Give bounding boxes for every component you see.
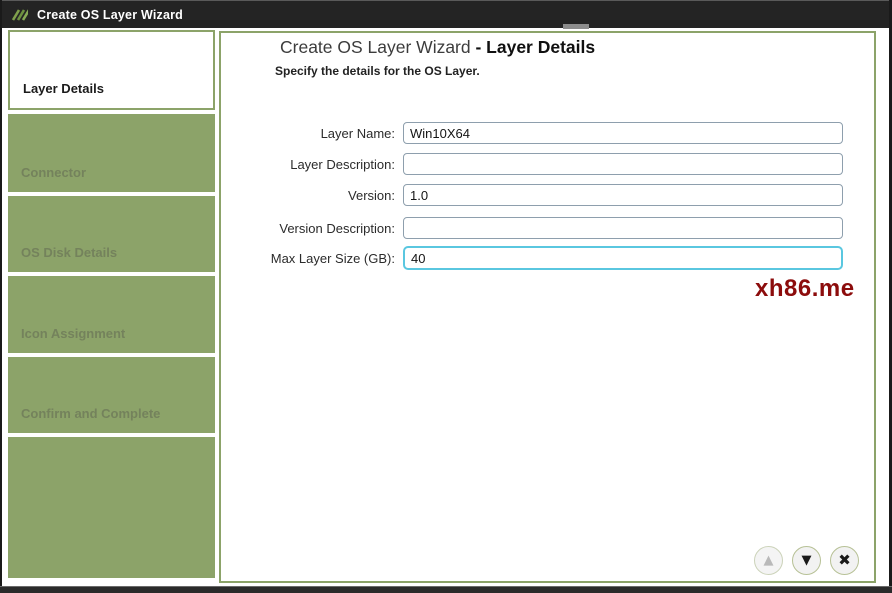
max-layer-size-input[interactable] — [403, 246, 843, 270]
step-label: Layer Details — [23, 81, 104, 96]
previous-step-button[interactable]: ▲ — [754, 546, 783, 575]
step-label: Connector — [21, 165, 86, 180]
step-confirm-and-complete[interactable]: Confirm and Complete — [8, 357, 215, 433]
step-layer-details[interactable]: Layer Details — [8, 30, 215, 110]
app-logo-icon — [11, 8, 28, 21]
watermark-text: xh86.me — [755, 275, 855, 302]
version-row: Version: — [221, 183, 843, 207]
layer-description-label: Layer Description: — [290, 156, 395, 172]
wizard-content-panel: Create OS Layer Wizard - Layer Details S… — [219, 31, 876, 583]
version-description-row: Version Description: — [221, 216, 843, 240]
layer-name-input[interactable] — [403, 122, 843, 144]
step-connector[interactable]: Connector — [8, 114, 215, 192]
step-label: OS Disk Details — [21, 245, 118, 260]
titlebar[interactable]: Create OS Layer Wizard — [0, 0, 892, 29]
layer-description-input[interactable] — [403, 153, 843, 175]
next-step-button[interactable]: ▼ — [792, 546, 821, 575]
create-os-layer-wizard-window: Create OS Layer Wizard Layer Details Con… — [0, 0, 892, 593]
layer-description-row: Layer Description: — [221, 152, 843, 176]
version-description-label: Version Description: — [279, 220, 395, 236]
window-border-left — [0, 0, 2, 593]
page-title-regular: Create OS Layer Wizard — [280, 37, 476, 57]
version-label: Version: — [348, 187, 395, 203]
version-input[interactable] — [403, 184, 843, 206]
page-title: Create OS Layer Wizard - Layer Details — [280, 37, 595, 58]
step-icon-assignment[interactable]: Icon Assignment — [8, 276, 215, 353]
window-title: Create OS Layer Wizard — [37, 7, 184, 22]
max-layer-size-label: Max Layer Size (GB): — [270, 250, 395, 266]
step-os-disk-details[interactable]: OS Disk Details — [8, 196, 215, 272]
titlebar-artifact — [563, 24, 589, 29]
step-label: Icon Assignment — [21, 326, 126, 341]
layer-name-label: Layer Name: — [320, 125, 395, 141]
max-layer-size-row: Max Layer Size (GB): — [221, 246, 843, 270]
page-title-bold: - Layer Details — [475, 37, 596, 57]
window-border-bottom — [0, 586, 892, 593]
layer-name-row: Layer Name: — [221, 121, 843, 145]
step-label: Confirm and Complete — [21, 406, 161, 421]
wizard-nav-buttons: ▲ ▼ ✖ — [754, 546, 859, 575]
cancel-wizard-button[interactable]: ✖ — [830, 546, 859, 575]
version-description-input[interactable] — [403, 217, 843, 239]
page-subtitle: Specify the details for the OS Layer. — [275, 64, 480, 78]
step-placeholder — [8, 437, 215, 578]
